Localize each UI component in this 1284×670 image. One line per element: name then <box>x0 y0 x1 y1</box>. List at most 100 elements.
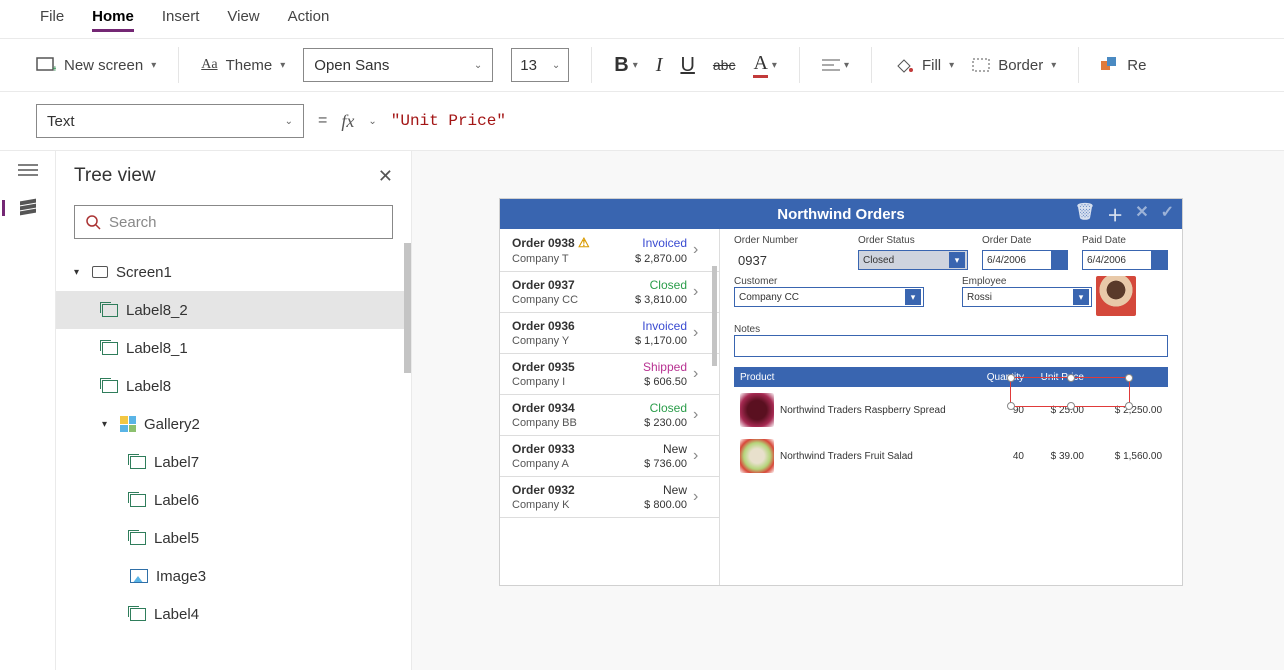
tree-scrollbar[interactable] <box>404 243 411 373</box>
reorder-button[interactable]: Re <box>1101 57 1146 74</box>
order-row[interactable]: Order 0933 New › Company A $ 736.00 <box>500 436 719 477</box>
border-icon <box>972 58 990 72</box>
tree-title: Tree view <box>74 165 156 187</box>
formula-bar: Text ⌄ = fx ⌄ "Unit Price" <box>0 92 1284 150</box>
orders-list[interactable]: Order 0938 ⚠ Invoiced › Company T $ 2,87… <box>500 229 720 585</box>
tree-item-label8-1[interactable]: Label8_1 <box>56 329 411 367</box>
chevron-down-icon: ⌄ <box>552 60 560 71</box>
calendar-icon <box>1051 251 1067 269</box>
chevron-down-icon: ▾ <box>1073 289 1089 305</box>
product-header: Product <box>740 372 964 383</box>
label-icon <box>102 380 118 393</box>
label-icon <box>102 304 118 317</box>
align-icon <box>822 58 840 72</box>
order-row[interactable]: Order 0936 Invoiced › Company Y $ 1,170.… <box>500 313 719 354</box>
italic-button[interactable]: I <box>656 54 663 77</box>
label-icon <box>130 532 146 545</box>
cancel-icon[interactable]: ✕ <box>1135 202 1148 226</box>
menu-bar: File Home Insert View Action <box>0 0 1284 38</box>
product-row[interactable]: Northwind Traders Raspberry Spread90$ 25… <box>734 387 1168 433</box>
tree-item-label5[interactable]: Label5 <box>56 519 411 557</box>
search-icon <box>85 214 101 230</box>
trash-icon[interactable]: 🗑 <box>1075 202 1095 226</box>
order-row[interactable]: Order 0935 Shipped › Company I $ 606.50 <box>500 354 719 395</box>
hamburger-icon[interactable] <box>18 163 38 180</box>
notes-label: Notes <box>734 324 1168 335</box>
tree-item-label8-2[interactable]: Label8_2 <box>56 291 411 329</box>
font-size-value: 13 <box>520 57 537 74</box>
fill-icon <box>894 56 914 74</box>
product-thumb <box>740 439 774 473</box>
menu-view[interactable]: View <box>227 8 259 32</box>
unitprice-header: Unit Price <box>1024 372 1084 383</box>
employee-select[interactable]: Rossi▾ <box>962 287 1092 307</box>
list-scrollbar[interactable] <box>712 266 717 366</box>
gallery-icon <box>120 416 136 432</box>
product-header-row: Product Quantity Unit Price <box>734 367 1168 387</box>
close-icon[interactable]: ✕ <box>378 166 393 187</box>
order-date-input[interactable]: 6/4/2006 <box>982 250 1068 270</box>
product-thumb <box>740 393 774 427</box>
order-row[interactable]: Order 0932 New › Company K $ 800.00 <box>500 477 719 518</box>
customer-select[interactable]: Company CC▾ <box>734 287 924 307</box>
left-rail <box>0 151 56 670</box>
reorder-label: Re <box>1127 57 1146 74</box>
order-date-label: Order Date <box>982 235 1068 246</box>
fill-button[interactable]: Fill ▾ <box>894 56 954 74</box>
theme-label: Theme <box>226 57 273 74</box>
underline-button[interactable]: U <box>680 54 694 77</box>
canvas-area[interactable]: Northwind Orders 🗑 ＋ ✕ ✓ Order 0938 ⚠ In… <box>412 151 1284 670</box>
plus-icon[interactable]: ＋ <box>1107 202 1123 226</box>
employee-label: Employee <box>962 276 1082 287</box>
theme-button[interactable]: Aa Theme ▾ <box>201 57 285 74</box>
font-family-select[interactable]: Open Sans ⌄ <box>303 48 493 82</box>
bold-button[interactable]: B▾ <box>614 54 637 77</box>
tree-item-image3[interactable]: Image3 <box>56 557 411 595</box>
strike-button[interactable]: abc <box>713 57 736 73</box>
theme-icon: Aa <box>201 57 217 73</box>
menu-action[interactable]: Action <box>288 8 330 32</box>
border-button[interactable]: Border ▾ <box>972 57 1056 74</box>
font-size-select[interactable]: 13 ⌄ <box>511 48 569 82</box>
property-select[interactable]: Text ⌄ <box>36 104 304 138</box>
app-header: Northwind Orders 🗑 ＋ ✕ ✓ <box>500 199 1182 229</box>
tree-item-label7[interactable]: Label7 <box>56 443 411 481</box>
tree-view-rail-button[interactable] <box>2 200 39 216</box>
product-row[interactable]: Northwind Traders Fruit Salad40$ 39.00$ … <box>734 433 1168 479</box>
chevron-down-icon: ▾ <box>151 60 156 71</box>
image-icon <box>130 569 148 583</box>
app-title: Northwind Orders <box>777 206 905 223</box>
label-icon <box>130 494 146 507</box>
order-row[interactable]: Order 0938 ⚠ Invoiced › Company T $ 2,87… <box>500 229 719 272</box>
tree-item-label4[interactable]: Label4 <box>56 595 411 633</box>
tree-item-gallery2[interactable]: ▾Gallery2 <box>56 405 411 443</box>
chevron-down-icon: ▾ <box>280 60 285 71</box>
tree-item-screen1[interactable]: ▾Screen1 <box>56 253 411 291</box>
chevron-down-icon[interactable]: ⌄ <box>368 116 376 127</box>
formula-input[interactable]: "Unit Price" <box>391 112 506 130</box>
paid-date-input[interactable]: 6/4/2006 <box>1082 250 1168 270</box>
order-number-label: Order Number <box>734 235 844 246</box>
check-icon[interactable]: ✓ <box>1161 202 1174 226</box>
fill-label: Fill <box>922 57 941 74</box>
label-icon <box>130 456 146 469</box>
tree-item-label6[interactable]: Label6 <box>56 481 411 519</box>
chevron-down-icon: ▾ <box>949 252 965 268</box>
menu-home[interactable]: Home <box>92 8 134 32</box>
order-detail: Order Number Order Status Order Date Pai… <box>720 229 1182 585</box>
reorder-icon <box>1101 57 1119 73</box>
menu-insert[interactable]: Insert <box>162 8 200 32</box>
order-row[interactable]: Order 0937 Closed › Company CC $ 3,810.0… <box>500 272 719 313</box>
menu-file[interactable]: File <box>40 8 64 32</box>
notes-input[interactable] <box>734 335 1168 357</box>
chevron-down-icon: ▾ <box>905 289 921 305</box>
order-status-select[interactable]: Closed▾ <box>858 250 968 270</box>
new-screen-button[interactable]: + New screen ▾ <box>36 57 156 74</box>
search-input[interactable]: Search <box>74 205 393 239</box>
order-row[interactable]: Order 0934 Closed › Company BB $ 230.00 <box>500 395 719 436</box>
equals-label: = <box>318 112 327 130</box>
tree-item-label8[interactable]: Label8 <box>56 367 411 405</box>
font-color-button[interactable]: A▾ <box>753 52 776 78</box>
align-button[interactable]: ▾ <box>822 58 849 72</box>
layers-icon <box>17 200 39 216</box>
